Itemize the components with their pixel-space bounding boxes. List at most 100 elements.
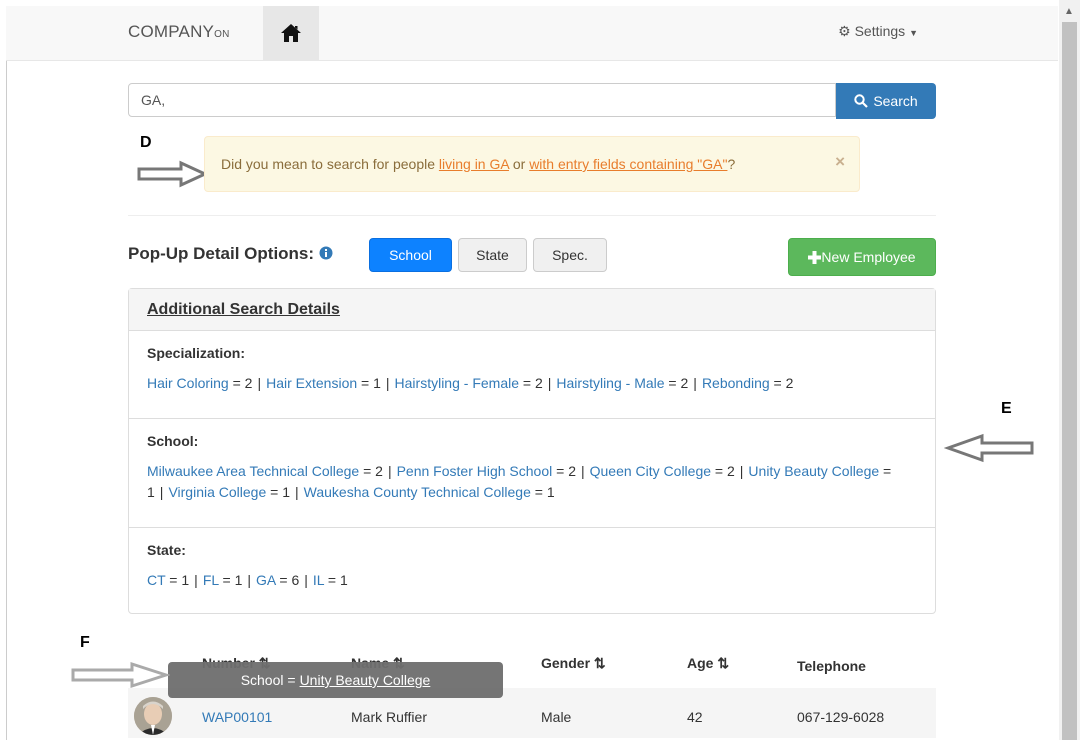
close-icon[interactable]: ×	[835, 152, 845, 172]
annotation-arrow-e-icon	[944, 433, 1034, 463]
state-option-button[interactable]: State	[458, 238, 527, 272]
specialization-list: Hair Coloring = 2 | Hair Extension = 1 | Hai…	[147, 373, 917, 394]
school-list: Milwaukee Area Technical College = 2 | Pen…	[147, 461, 907, 503]
school-item: Penn Foster High School = 2	[397, 463, 576, 479]
alert-suffix: ?	[727, 156, 736, 172]
search-button[interactable]: Search	[836, 83, 936, 119]
state-item: IL = 1	[313, 572, 348, 588]
annotation-label-f: F	[80, 634, 90, 651]
navbar: COMPANYON ⚙ Settings ▼	[6, 6, 1058, 61]
school-item-link[interactable]: Penn Foster High School	[397, 463, 553, 479]
state-item-link[interactable]: FL	[203, 572, 219, 588]
specialization-item: Hair Extension = 1	[266, 375, 381, 391]
school-item-count: = 1	[530, 484, 555, 500]
telephone-header-label: Telephone	[797, 658, 866, 674]
age-header-label: Age	[687, 655, 714, 671]
state-item-link[interactable]: IL	[313, 572, 324, 588]
home-button[interactable]	[263, 6, 319, 60]
search-input[interactable]: GA,	[128, 83, 836, 117]
brand-suffix: ON	[214, 29, 230, 40]
school-item-link[interactable]: Milwaukee Area Technical College	[147, 463, 359, 479]
specialization-item-count: = 2	[769, 375, 794, 391]
school-item-link[interactable]: Unity Beauty College	[748, 463, 879, 479]
state-item-link[interactable]: CT	[147, 572, 165, 588]
specialization-item: Rebonding = 2	[702, 375, 793, 391]
sort-icon[interactable]: ⇅	[717, 655, 729, 671]
school-item-link[interactable]: Waukesha County Technical College	[304, 484, 531, 500]
school-section: School: Milwaukee Area Technical College…	[129, 419, 935, 528]
employee-number-link[interactable]: WAP00101	[202, 709, 272, 725]
separator: |	[295, 484, 299, 500]
panel-heading: Additional Search Details	[129, 289, 935, 331]
specialization-item-link[interactable]: Rebonding	[702, 375, 770, 391]
specialization-item-link[interactable]: Hair Extension	[266, 375, 357, 391]
additional-search-details-panel: Additional Search Details Specialization…	[128, 288, 936, 614]
school-item-count: = 2	[711, 463, 735, 479]
state-item-count: = 1	[218, 572, 243, 588]
separator: |	[257, 375, 262, 391]
school-item-count: = 2	[552, 463, 576, 479]
home-icon	[281, 24, 301, 42]
new-employee-button[interactable]: New Employee	[788, 238, 936, 276]
column-header-telephone[interactable]: Telephone	[797, 658, 866, 674]
alert-middle: or	[508, 156, 530, 172]
school-item-link[interactable]: Virginia College	[168, 484, 266, 500]
employee-telephone: 067-129-6028	[797, 709, 885, 725]
settings-dropdown[interactable]: ⚙ Settings ▼	[838, 23, 918, 40]
gender-header-label: Gender	[541, 655, 591, 671]
new-employee-label: New Employee	[821, 249, 916, 265]
specialization-item: Hairstyling - Male = 2	[556, 375, 688, 391]
entry-fields-link[interactable]: with entry fields containing "GA"	[529, 156, 727, 172]
school-item: Milwaukee Area Technical College = 2	[147, 463, 383, 479]
separator: |	[580, 463, 585, 479]
search-icon	[854, 94, 869, 108]
scrollbar[interactable]: ▲	[1059, 0, 1080, 740]
scroll-up-icon[interactable]: ▲	[1064, 6, 1074, 17]
specialization-item-count: = 1	[357, 375, 381, 391]
separator: |	[247, 572, 252, 588]
specialization-item-link[interactable]: Hair Coloring	[147, 375, 229, 391]
column-header-gender[interactable]: Gender ⇅	[541, 655, 606, 672]
search-button-label: Search	[873, 93, 918, 109]
divider	[128, 215, 936, 216]
alert-prefix: Did you mean to search for people	[221, 156, 439, 172]
school-item-count: = 1	[266, 484, 290, 500]
school-item-link[interactable]: Queen City College	[590, 463, 711, 479]
specialization-section: Specialization: Hair Coloring = 2 | Hair E…	[129, 331, 935, 419]
annotation-arrow-f-icon	[71, 661, 170, 689]
living-in-ga-link[interactable]: living in GA	[439, 156, 509, 172]
annotation-label-e: E	[1001, 400, 1012, 417]
caret-down-icon: ▼	[909, 28, 918, 38]
separator: |	[304, 572, 308, 588]
specialization-heading: Specialization:	[147, 345, 246, 361]
brand-logo[interactable]: COMPANYON	[128, 22, 230, 42]
specialization-item-link[interactable]: Hairstyling - Female	[395, 375, 519, 391]
specialization-item-link[interactable]: Hairstyling - Male	[556, 375, 664, 391]
spec-option-button[interactable]: Spec.	[533, 238, 607, 272]
sort-icon[interactable]: ⇅	[594, 655, 606, 671]
gear-icon: ⚙	[838, 23, 851, 39]
school-item: Queen City College = 2	[590, 463, 735, 479]
separator: |	[385, 375, 390, 391]
popup-options-label: Pop-Up Detail Options:	[128, 244, 333, 264]
school-heading: School:	[147, 433, 199, 449]
state-item-count: = 1	[165, 572, 190, 588]
state-item-count: = 1	[324, 572, 348, 588]
state-item: CT = 1	[147, 572, 189, 588]
popup-options-text: Pop-Up Detail Options:	[128, 244, 315, 263]
panel-title[interactable]: Additional Search Details	[147, 301, 340, 318]
separator: |	[547, 375, 552, 391]
tooltip-prefix: School =	[240, 672, 296, 688]
school-item: Virginia College = 1	[168, 484, 290, 500]
state-heading: State:	[147, 542, 186, 558]
specialization-item: Hairstyling - Female = 2	[395, 375, 543, 391]
column-header-age[interactable]: Age ⇅	[687, 655, 729, 672]
annotation-label-d: D	[140, 134, 152, 151]
tooltip-school-link[interactable]: Unity Beauty College	[300, 672, 431, 688]
state-item-link[interactable]: GA	[256, 572, 275, 588]
school-item: Waukesha County Technical College = 1	[304, 484, 555, 500]
info-icon[interactable]	[319, 246, 333, 260]
school-option-button[interactable]: School	[369, 238, 452, 272]
scrollbar-thumb[interactable]	[1062, 22, 1077, 740]
state-list: CT = 1 | FL = 1 | GA = 6 | IL = 1	[147, 570, 917, 591]
